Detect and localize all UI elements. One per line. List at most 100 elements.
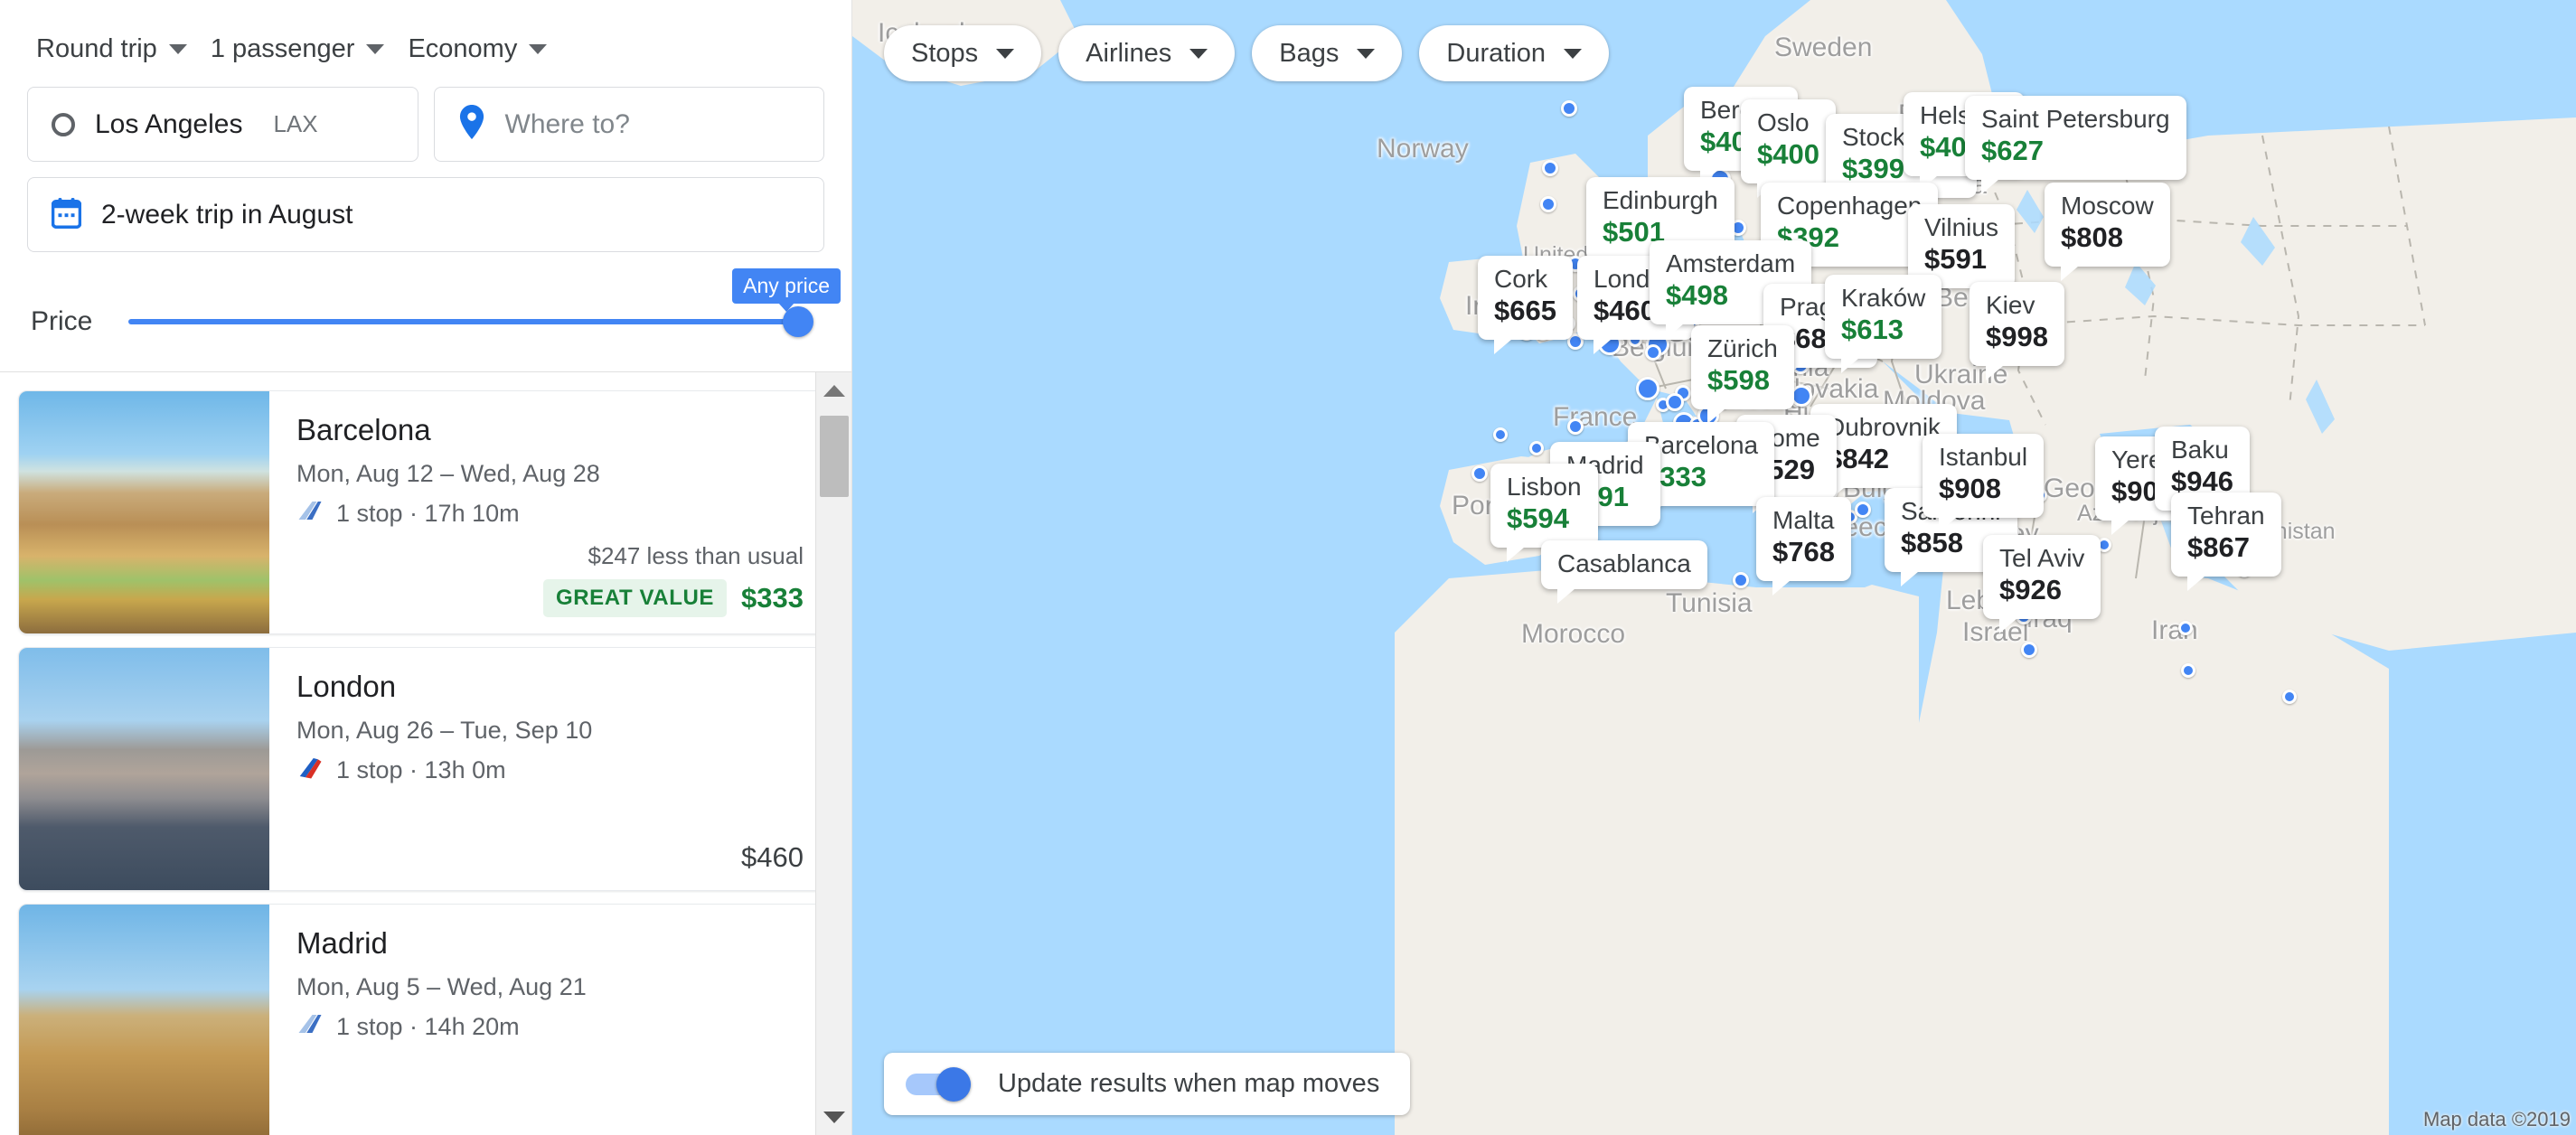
list-item[interactable]: London Mon, Aug 26 – Tue, Sep 10 1 stop … (18, 647, 832, 891)
scroll-up-button[interactable] (816, 372, 851, 408)
cabin-class-label: Economy (408, 33, 518, 63)
price-marker-bubble[interactable]: Saint Petersburg $627 (1965, 96, 2186, 194)
scroll-down-button[interactable] (816, 1099, 851, 1135)
scrollbar-thumb[interactable] (820, 416, 849, 497)
origin-city: Los Angeles (95, 108, 243, 139)
price-marker[interactable]: Casablanca (1541, 540, 1707, 605)
price-marker[interactable]: Moscow $808 (2045, 183, 2170, 281)
price-marker-bubble[interactable]: Zürich $598 (1691, 325, 1794, 424)
price-marker-bubble[interactable]: Kraków $613 (1825, 275, 1942, 373)
price-slider-track[interactable]: Any price (128, 268, 841, 337)
update-on-map-move-toggle[interactable]: Update results when map moves (884, 1053, 1411, 1115)
price-note: $247 less than usual (588, 542, 804, 569)
cabin-class-dropdown[interactable]: Economy (399, 29, 561, 70)
filter-chip-bags[interactable]: Bags (1252, 25, 1403, 81)
price-marker-city: Kiev (1986, 291, 2035, 319)
price-marker-bubble[interactable]: Cork $665 (1478, 256, 1573, 354)
destination-price: $333 (741, 582, 804, 614)
bubble-tail (1901, 566, 1924, 586)
search-form: Round trip 1 passenger Economy Los Angel… (0, 0, 851, 371)
price-marker[interactable]: Lisbon $594 (1490, 464, 1598, 562)
map-airport-dot[interactable] (2178, 621, 2193, 635)
map-airport-dot[interactable] (1540, 196, 1556, 212)
chevron-down-icon (1564, 48, 1582, 59)
price-marker-city: Kraków (1841, 284, 1926, 312)
map-airport-dot[interactable] (1493, 427, 1508, 442)
map-airport-dot[interactable] (1529, 441, 1544, 455)
price-marker[interactable]: Cork $665 (1478, 256, 1573, 354)
price-marker-bubble[interactable]: Tehran $867 (2171, 492, 2281, 591)
search-sidebar: Round trip 1 passenger Economy Los Angel… (0, 0, 852, 1135)
trip-type-dropdown[interactable]: Round trip (27, 29, 202, 70)
airline-logo-icon (296, 499, 324, 529)
price-marker-price: $768 (1772, 536, 1835, 568)
calendar-icon (51, 197, 82, 233)
card-footer: $460 (296, 841, 804, 874)
map-airport-dot[interactable] (1567, 418, 1584, 435)
map-airport-dot[interactable] (1666, 393, 1684, 411)
map-airport-dot[interactable] (2282, 689, 2297, 704)
price-marker-bubble[interactable]: Malta $768 (1756, 497, 1851, 596)
map-airport-dot[interactable] (1733, 572, 1749, 588)
bubble-tail (1707, 403, 1731, 424)
price-marker[interactable]: Kiev $998 (1970, 282, 2064, 380)
price-marker-price: $998 (1986, 321, 2048, 353)
price-marker-price: $627 (1981, 135, 2044, 167)
price-marker-city: Moscow (2061, 192, 2154, 220)
dates-field[interactable]: 2-week trip in August (27, 177, 824, 252)
map-airport-dot[interactable] (1855, 502, 1871, 518)
price-marker[interactable]: Oslo $400 (1741, 99, 1836, 198)
price-marker[interactable]: Tel Aviv $926 (1983, 535, 2101, 633)
filter-chip-airlines[interactable]: Airlines (1058, 25, 1236, 81)
list-item[interactable]: Barcelona Mon, Aug 12 – Wed, Aug 28 1 st… (18, 390, 832, 634)
price-marker-city: Tel Aviv (1999, 544, 2085, 572)
price-marker-city: Edinburgh (1603, 186, 1718, 214)
destination-placeholder: Where to? (504, 108, 630, 139)
airline-logo-icon (296, 755, 324, 785)
price-marker[interactable]: Istanbul $908 (1923, 434, 2045, 532)
price-marker-bubble[interactable]: Casablanca (1541, 540, 1707, 605)
map-attribution: Map data ©2019 (2423, 1108, 2571, 1130)
map-airport-dot[interactable] (1561, 100, 1577, 117)
origin-field[interactable]: Los Angeles LAX (27, 87, 418, 162)
map-airport-dot[interactable] (2181, 663, 2195, 678)
chevron-up-icon (823, 384, 845, 397)
price-marker[interactable]: Tehran $867 (2171, 492, 2281, 591)
bubble-tail (1986, 360, 2009, 380)
filter-chip-duration[interactable]: Duration (1419, 25, 1609, 81)
price-marker-bubble[interactable]: Lisbon $594 (1490, 464, 1598, 562)
bubble-tail (1507, 541, 1530, 562)
price-marker[interactable]: Malta $768 (1756, 497, 1851, 596)
origin-destination-row: Los Angeles LAX Where to? (27, 87, 824, 162)
map-airport-dot[interactable] (2021, 642, 2037, 658)
filter-chip-label: Bags (1279, 38, 1340, 68)
map-airport-dot[interactable] (1636, 377, 1659, 400)
map-airport-dot[interactable] (1542, 160, 1558, 176)
price-marker[interactable]: Saint Petersburg $627 (1965, 96, 2186, 194)
card-footer: $247 less than usual GREAT VALUE $333 (296, 542, 804, 617)
price-marker[interactable]: Zürich $598 (1691, 325, 1794, 424)
price-slider-thumb[interactable] (783, 306, 813, 337)
bubble-tail (1841, 352, 1865, 373)
price-marker-bubble[interactable]: Tel Aviv $926 (1983, 535, 2101, 633)
price-marker-bubble[interactable]: Moscow $808 (2045, 183, 2170, 281)
map-airport-dot[interactable] (1471, 465, 1488, 482)
location-pin-icon (458, 105, 485, 144)
passengers-dropdown[interactable]: 1 passenger (202, 29, 400, 70)
price-marker-bubble[interactable]: Istanbul $908 (1923, 434, 2045, 532)
trip-options-row: Round trip 1 passenger Economy (27, 23, 824, 74)
destination-map[interactable]: IcelandNorwaySwedenFinlandEstoniaLatviaL… (852, 0, 2576, 1135)
list-item[interactable]: Madrid Mon, Aug 5 – Wed, Aug 21 1 stop ·… (18, 904, 832, 1135)
toggle-label: Update results when map moves (998, 1069, 1380, 1098)
price-marker-bubble[interactable]: Kiev $998 (1970, 282, 2064, 380)
destination-field[interactable]: Where to? (433, 87, 824, 162)
price-marker-price: $867 (2187, 531, 2250, 564)
origin-circle-icon (52, 112, 75, 136)
price-marker-bubble[interactable]: Oslo $400 (1741, 99, 1836, 198)
sidebar-scrollbar[interactable] (815, 372, 851, 1135)
filter-chip-stops[interactable]: Stops (884, 25, 1042, 81)
toggle-switch-icon[interactable] (906, 1066, 971, 1102)
price-marker[interactable]: Kraków $613 (1825, 275, 1942, 373)
map-airport-dot[interactable] (1645, 344, 1661, 361)
price-marker-city: Zürich (1707, 334, 1778, 362)
